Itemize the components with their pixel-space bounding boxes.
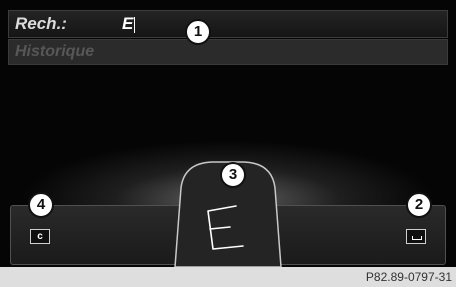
footer-bar: P82.89-0797-31 <box>0 267 456 287</box>
touchpad-input-screen: Rech.: E Historique c 1 2 3 4 <box>0 0 456 267</box>
space-bar-icon <box>412 236 422 240</box>
figure-reference: P82.89-0797-31 <box>365 270 452 284</box>
space-button[interactable] <box>406 229 426 244</box>
handwriting-pad[interactable] <box>0 0 456 267</box>
clear-button[interactable]: c <box>30 229 50 244</box>
callout-2: 2 <box>406 192 432 218</box>
callout-1: 1 <box>185 19 211 45</box>
callout-4: 4 <box>28 192 54 218</box>
callout-3: 3 <box>220 162 246 188</box>
